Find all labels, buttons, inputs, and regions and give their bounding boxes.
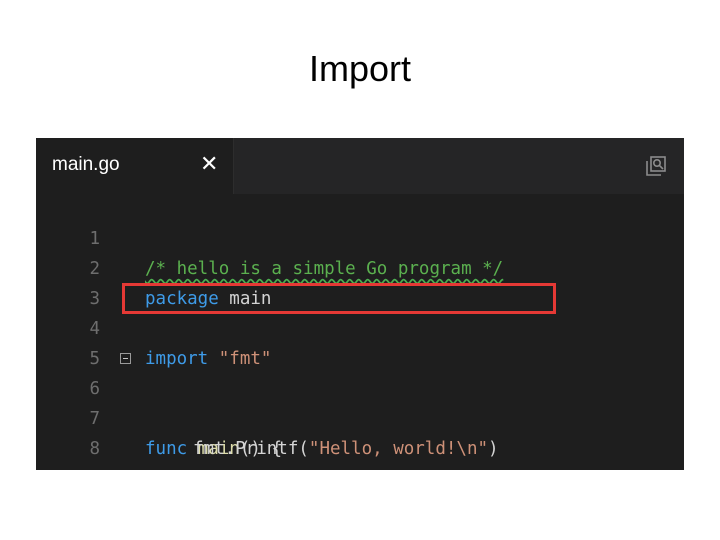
tab-main-go[interactable]: main.go ✕ [36, 138, 234, 194]
slide-title: Import [308, 48, 412, 89]
code-line: 1 /* hello is a simple Go program */ [36, 194, 684, 279]
tab-label: main.go [52, 154, 120, 175]
code-line: 9 [36, 434, 684, 470]
line-number: 9 [56, 464, 100, 470]
code-editor: main.go ✕ 1 /* hello is a simple Go prog… [36, 138, 684, 470]
code-line: 2 package main [36, 224, 684, 309]
code-line: 3 [36, 254, 684, 309]
punctuation-token: } [145, 469, 156, 470]
fold-toggle-icon[interactable] [120, 353, 131, 364]
import-highlight-box [122, 283, 556, 314]
close-icon[interactable]: ✕ [200, 152, 218, 177]
line-content: } [145, 464, 156, 470]
code-area[interactable]: 1 /* hello is a simple Go program */ 2 p… [36, 194, 684, 470]
code-line: 5 [36, 314, 684, 369]
code-line: 7 fmt.Printf("Hello, world!\n") [36, 374, 684, 459]
code-line: 8 } [36, 404, 684, 470]
open-preview-icon[interactable] [644, 154, 668, 178]
code-line: 6 func main() { [36, 344, 684, 459]
tab-bar: main.go ✕ [36, 138, 684, 194]
